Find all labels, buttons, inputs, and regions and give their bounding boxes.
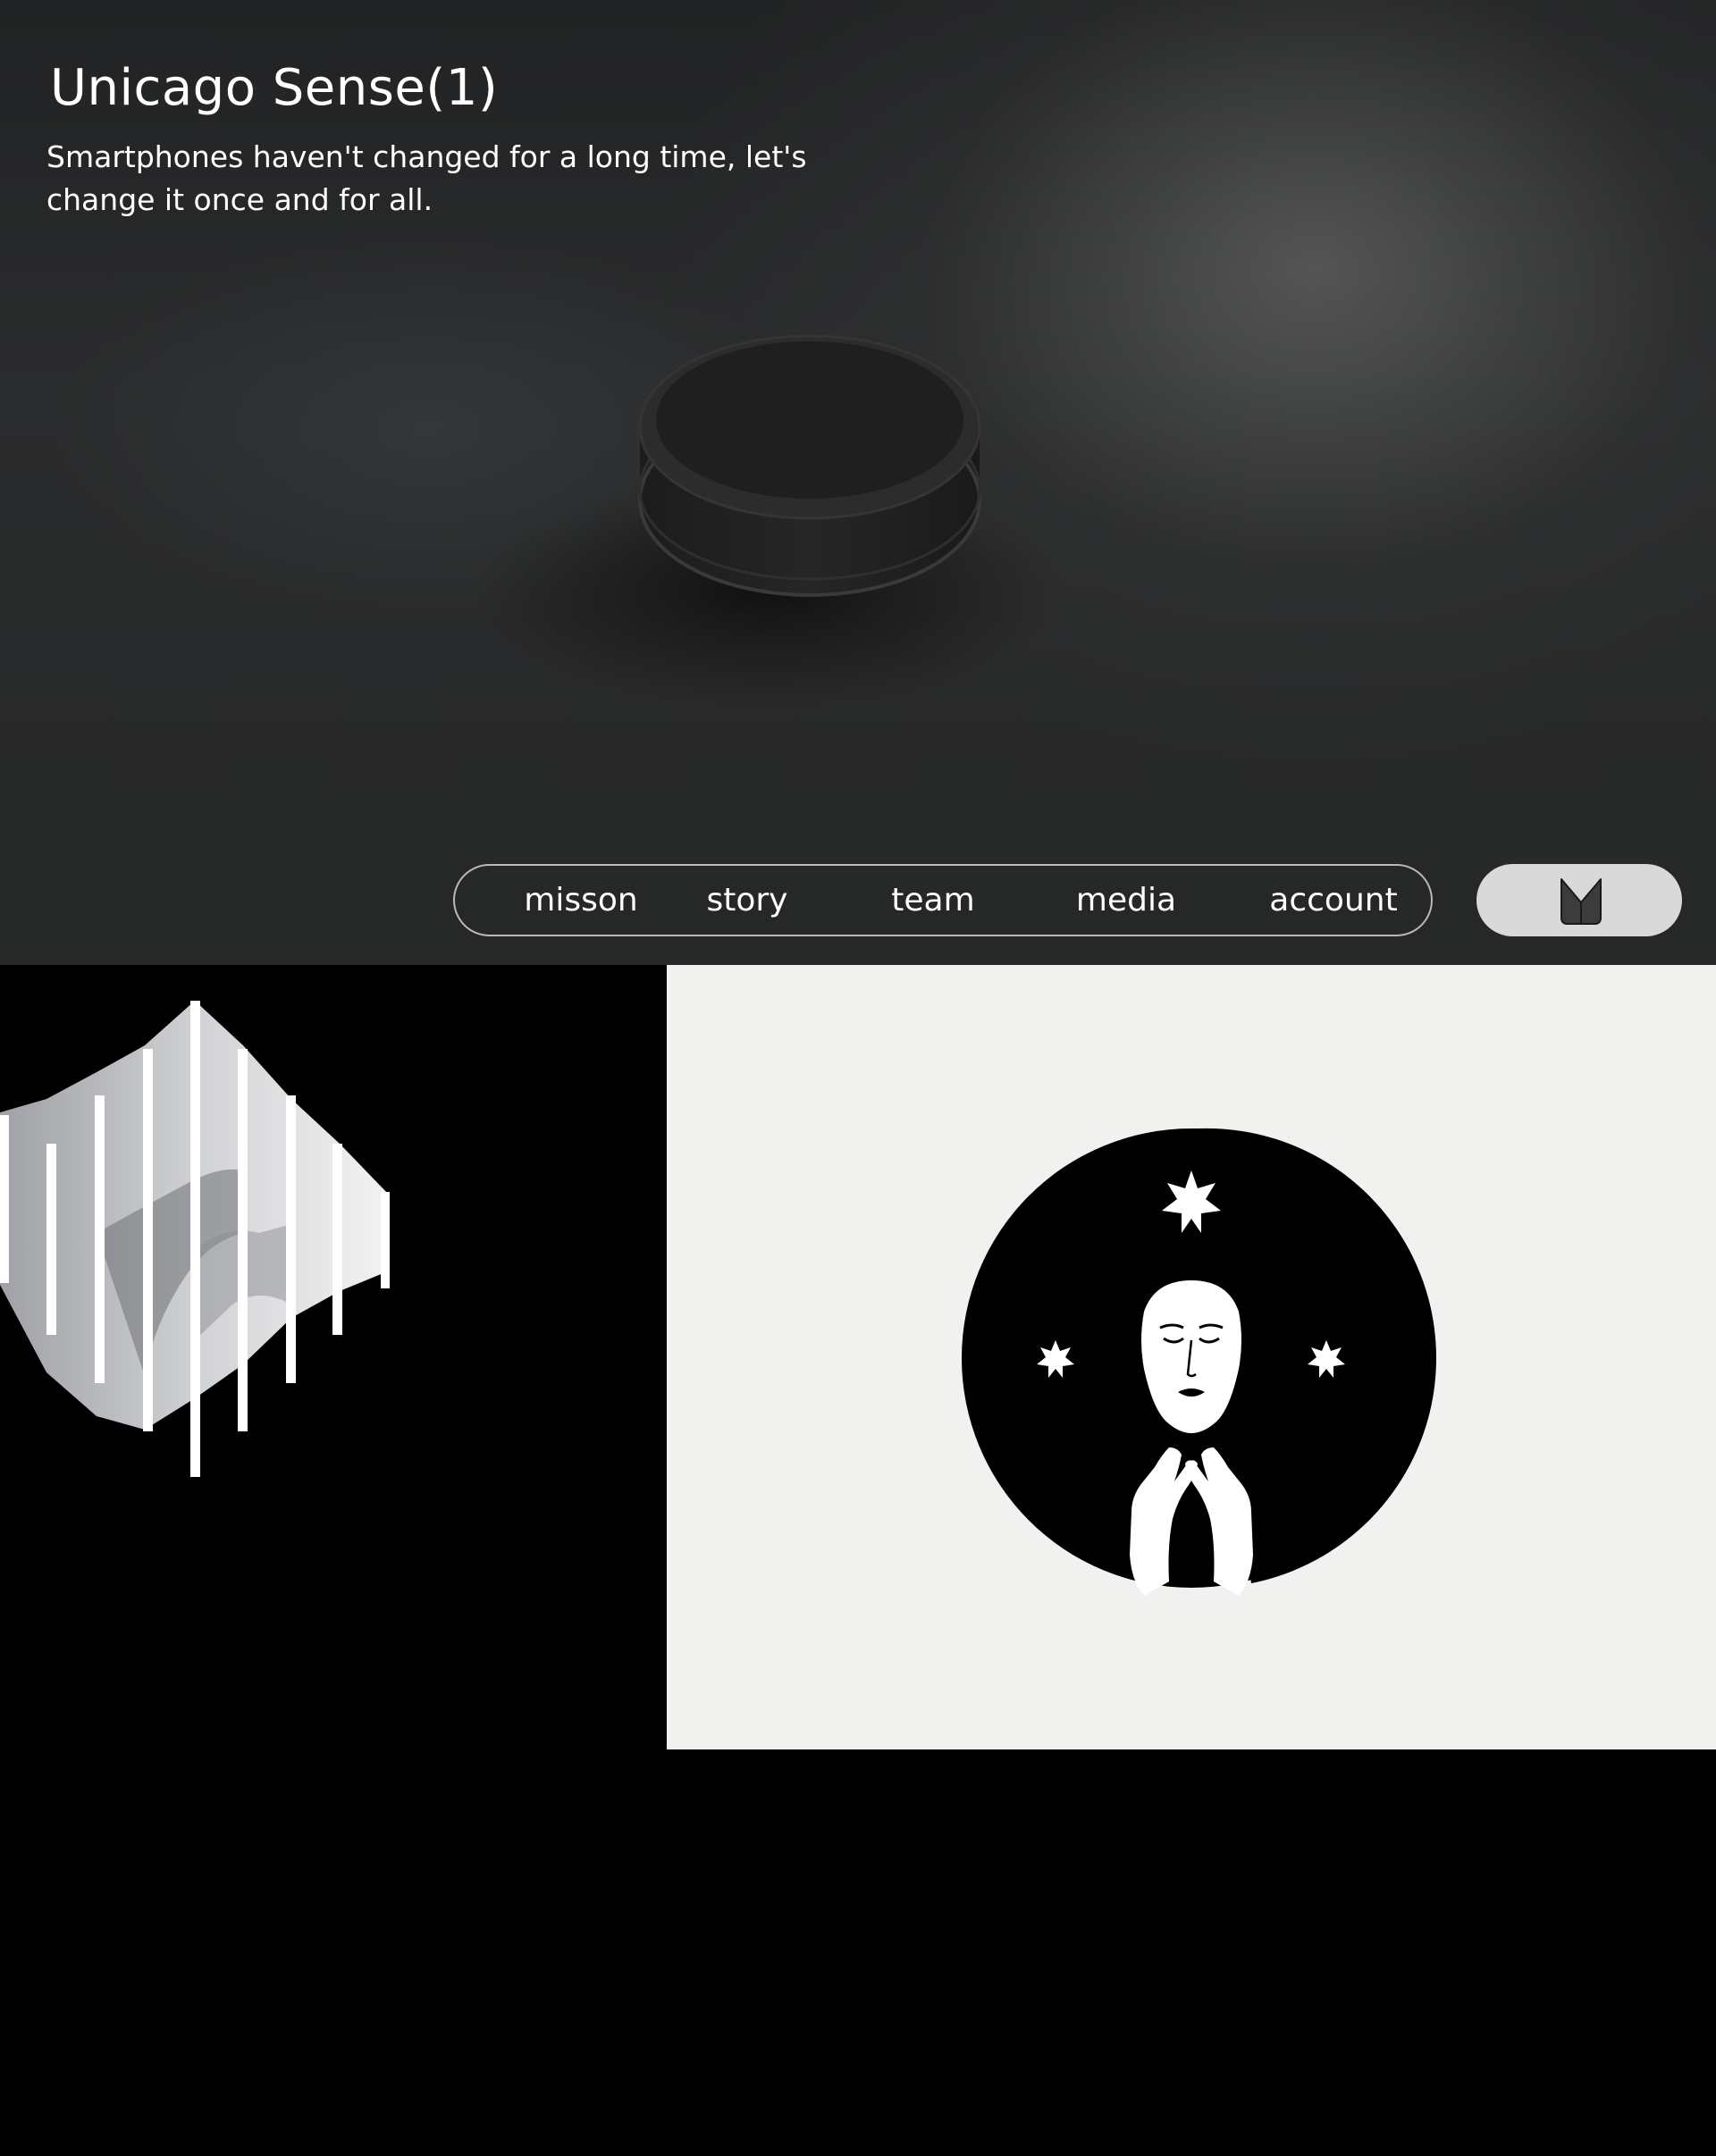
- face-emblem-image: [962, 1128, 1436, 1596]
- hero-section: Unicago Sense(1) Smartphones haven't cha…: [0, 0, 1716, 965]
- hero-subtitle-line-2: change it once and for all.: [46, 182, 433, 217]
- page-title: Unicago Sense(1): [50, 59, 499, 117]
- wave-sculpture-panel: [0, 965, 667, 1749]
- nav-item-team[interactable]: team: [875, 866, 991, 935]
- nav-item-mission[interactable]: misson: [510, 866, 652, 935]
- emblem-art-panel: [667, 965, 1716, 1749]
- nav-item-account[interactable]: account: [1249, 866, 1418, 935]
- wave-sculpture-image: [0, 1001, 390, 1477]
- main-nav: misson story team media account: [453, 864, 1433, 936]
- nav-item-story[interactable]: story: [689, 866, 805, 935]
- brand-logo-button[interactable]: [1476, 864, 1682, 936]
- brand-logo-icon: [1560, 878, 1602, 925]
- nav-item-media[interactable]: media: [1068, 866, 1184, 935]
- hero-subtitle: Smartphones haven't changed for a long t…: [46, 136, 851, 222]
- hero-subtitle-line-1: Smartphones haven't changed for a long t…: [46, 139, 807, 174]
